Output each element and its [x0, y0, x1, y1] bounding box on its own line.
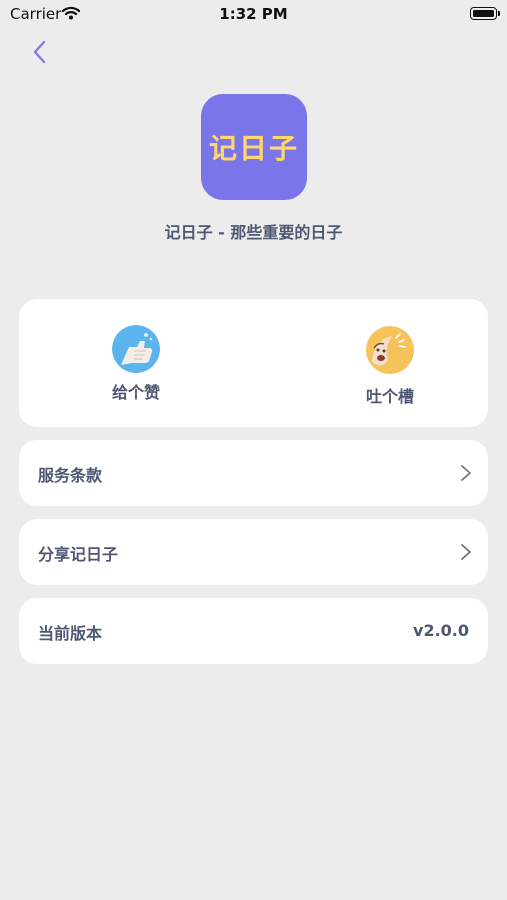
- complain-button[interactable]: 吐个槽: [330, 326, 450, 407]
- status-bar: Carrier 1:32 PM: [0, 0, 507, 30]
- chevron-right-icon: [461, 465, 471, 481]
- complain-face-icon: [366, 326, 414, 374]
- battery-icon: [470, 7, 500, 20]
- like-label: 给个赞: [111, 383, 160, 402]
- feedback-card: 给个赞 吐个槽: [19, 299, 488, 427]
- terms-label: 服务条款: [38, 466, 103, 485]
- terms-row[interactable]: 服务条款: [19, 440, 488, 506]
- like-button[interactable]: 给个赞: [76, 325, 196, 403]
- app-logo-text: 记日子: [208, 132, 299, 165]
- version-row: 当前版本 v2.0.0: [19, 598, 488, 664]
- complain-label: 吐个槽: [365, 387, 414, 406]
- app-logo: 记日子: [201, 94, 307, 200]
- version-label: 当前版本: [38, 624, 103, 643]
- chevron-right-icon: [461, 544, 471, 560]
- status-time: 1:32 PM: [219, 5, 288, 23]
- thumbs-up-icon: [112, 325, 160, 373]
- share-row[interactable]: 分享记日子: [19, 519, 488, 585]
- app-subtitle: 记日子 - 那些重要的日子: [164, 223, 343, 242]
- share-label: 分享记日子: [38, 545, 119, 564]
- back-button[interactable]: [28, 38, 54, 66]
- version-value: v2.0.0: [413, 621, 469, 640]
- chevron-left-icon: [33, 40, 46, 64]
